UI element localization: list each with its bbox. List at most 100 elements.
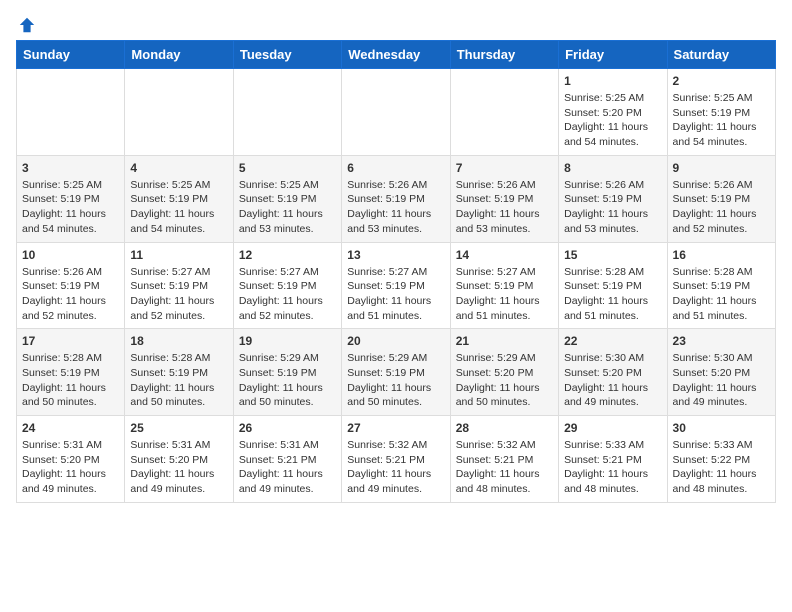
- day-info: Sunrise: 5:25 AMSunset: 5:19 PMDaylight:…: [673, 91, 770, 150]
- calendar-cell: 21Sunrise: 5:29 AMSunset: 5:20 PMDayligh…: [450, 329, 558, 416]
- calendar-cell: [17, 69, 125, 156]
- day-info: Sunrise: 5:27 AMSunset: 5:19 PMDaylight:…: [347, 265, 444, 324]
- calendar-cell: 24 Sunrise: 5:31 AMSunset: 5:20 PMDayligh…: [17, 416, 125, 503]
- calendar-cell: 16 Sunrise: 5:28 AMSunset: 5:19 PMDayligh…: [667, 242, 775, 329]
- day-number: 2: [673, 74, 770, 88]
- day-info: Sunrise: 5:26 AMSunset: 5:19 PMDaylight:…: [456, 178, 553, 237]
- calendar-cell: 1 Sunrise: 5:25 AMSunset: 5:20 PMDaylight…: [559, 69, 667, 156]
- day-info: Sunrise: 5:29 AMSunset: 5:20 PMDaylight:…: [456, 351, 553, 410]
- day-info: Sunrise: 5:28 AMSunset: 5:19 PMDaylight:…: [22, 351, 119, 410]
- day-info: Sunrise: 5:28 AMSunset: 5:19 PMDaylight:…: [673, 265, 770, 324]
- day-info: Sunrise: 5:31 AMSunset: 5:20 PMDaylight:…: [130, 438, 227, 497]
- weekday-header-saturday: Saturday: [667, 41, 775, 69]
- day-number: 17: [22, 334, 119, 348]
- day-info: Sunrise: 5:27 AMSunset: 5:19 PMDaylight:…: [239, 265, 336, 324]
- calendar-cell: 8Sunrise: 5:26 AMSunset: 5:19 PMDaylight…: [559, 155, 667, 242]
- day-number: 12: [239, 248, 336, 262]
- calendar-cell: 4 Sunrise: 5:25 AMSunset: 5:19 PMDaylight…: [125, 155, 233, 242]
- day-info: Sunrise: 5:29 AMSunset: 5:19 PMDaylight:…: [239, 351, 336, 410]
- day-info: Sunrise: 5:32 AMSunset: 5:21 PMDaylight:…: [347, 438, 444, 497]
- calendar-cell: 23Sunrise: 5:30 AMSunset: 5:20 PMDayligh…: [667, 329, 775, 416]
- calendar-week-2: 3 Sunrise: 5:25 AMSunset: 5:19 PMDaylight…: [17, 155, 776, 242]
- calendar-cell: 11 Sunrise: 5:27 AMSunset: 5:19 PMDayligh…: [125, 242, 233, 329]
- day-info: Sunrise: 5:25 AMSunset: 5:20 PMDaylight:…: [564, 91, 661, 150]
- calendar-cell: 19 Sunrise: 5:29 AMSunset: 5:19 PMDayligh…: [233, 329, 341, 416]
- day-number: 1: [564, 74, 661, 88]
- day-info: Sunrise: 5:32 AMSunset: 5:21 PMDaylight:…: [456, 438, 553, 497]
- day-info: Sunrise: 5:27 AMSunset: 5:19 PMDaylight:…: [456, 265, 553, 324]
- day-info: Sunrise: 5:26 AMSunset: 5:19 PMDaylight:…: [673, 178, 770, 237]
- day-number: 11: [130, 248, 227, 262]
- calendar-cell: 15 Sunrise: 5:28 AMSunset: 5:19 PMDayligh…: [559, 242, 667, 329]
- day-number: 20: [347, 334, 444, 348]
- day-number: 14: [456, 248, 553, 262]
- day-number: 10: [22, 248, 119, 262]
- day-info: Sunrise: 5:29 AMSunset: 5:19 PMDaylight:…: [347, 351, 444, 410]
- day-info: Sunrise: 5:33 AMSunset: 5:21 PMDaylight:…: [564, 438, 661, 497]
- calendar-cell: 30Sunrise: 5:33 AMSunset: 5:22 PMDayligh…: [667, 416, 775, 503]
- calendar-cell: 18 Sunrise: 5:28 AMSunset: 5:19 PMDayligh…: [125, 329, 233, 416]
- weekday-header-wednesday: Wednesday: [342, 41, 450, 69]
- day-number: 16: [673, 248, 770, 262]
- day-number: 25: [130, 421, 227, 435]
- day-number: 3: [22, 161, 119, 175]
- day-info: Sunrise: 5:28 AMSunset: 5:19 PMDaylight:…: [130, 351, 227, 410]
- day-number: 9: [673, 161, 770, 175]
- calendar-week-4: 17 Sunrise: 5:28 AMSunset: 5:19 PMDayligh…: [17, 329, 776, 416]
- day-info: Sunrise: 5:33 AMSunset: 5:22 PMDaylight:…: [673, 438, 770, 497]
- calendar-cell: 14 Sunrise: 5:27 AMSunset: 5:19 PMDayligh…: [450, 242, 558, 329]
- day-info: Sunrise: 5:25 AMSunset: 5:19 PMDaylight:…: [130, 178, 227, 237]
- day-number: 15: [564, 248, 661, 262]
- day-info: Sunrise: 5:25 AMSunset: 5:19 PMDaylight:…: [22, 178, 119, 237]
- day-number: 19: [239, 334, 336, 348]
- day-info: Sunrise: 5:27 AMSunset: 5:19 PMDaylight:…: [130, 265, 227, 324]
- day-number: 7: [456, 161, 553, 175]
- calendar-cell: 28 Sunrise: 5:32 AMSunset: 5:21 PMDayligh…: [450, 416, 558, 503]
- day-info: Sunrise: 5:26 AMSunset: 5:19 PMDaylight:…: [347, 178, 444, 237]
- calendar-cell: 22Sunrise: 5:30 AMSunset: 5:20 PMDayligh…: [559, 329, 667, 416]
- day-number: 4: [130, 161, 227, 175]
- day-number: 27: [347, 421, 444, 435]
- calendar-cell: 6 Sunrise: 5:26 AMSunset: 5:19 PMDaylight…: [342, 155, 450, 242]
- calendar-week-3: 10 Sunrise: 5:26 AMSunset: 5:19 PMDayligh…: [17, 242, 776, 329]
- day-number: 8: [564, 161, 661, 175]
- day-number: 22: [564, 334, 661, 348]
- day-number: 6: [347, 161, 444, 175]
- calendar-cell: 26 Sunrise: 5:31 AMSunset: 5:21 PMDayligh…: [233, 416, 341, 503]
- day-info: Sunrise: 5:26 AMSunset: 5:19 PMDaylight:…: [22, 265, 119, 324]
- weekday-header-thursday: Thursday: [450, 41, 558, 69]
- calendar-cell: [342, 69, 450, 156]
- day-number: 18: [130, 334, 227, 348]
- day-info: Sunrise: 5:31 AMSunset: 5:21 PMDaylight:…: [239, 438, 336, 497]
- calendar-cell: 17 Sunrise: 5:28 AMSunset: 5:19 PMDayligh…: [17, 329, 125, 416]
- day-number: 13: [347, 248, 444, 262]
- day-number: 5: [239, 161, 336, 175]
- day-number: 28: [456, 421, 553, 435]
- calendar-header-row: SundayMondayTuesdayWednesdayThursdayFrid…: [17, 41, 776, 69]
- day-info: Sunrise: 5:31 AMSunset: 5:20 PMDaylight:…: [22, 438, 119, 497]
- calendar-cell: [233, 69, 341, 156]
- calendar-table: SundayMondayTuesdayWednesdayThursdayFrid…: [16, 40, 776, 503]
- calendar-cell: 9 Sunrise: 5:26 AMSunset: 5:19 PMDaylight…: [667, 155, 775, 242]
- calendar-cell: 29Sunrise: 5:33 AMSunset: 5:21 PMDayligh…: [559, 416, 667, 503]
- calendar-cell: 10 Sunrise: 5:26 AMSunset: 5:19 PMDayligh…: [17, 242, 125, 329]
- page-header: [16, 16, 776, 30]
- calendar-cell: 20 Sunrise: 5:29 AMSunset: 5:19 PMDayligh…: [342, 329, 450, 416]
- calendar-week-5: 24 Sunrise: 5:31 AMSunset: 5:20 PMDayligh…: [17, 416, 776, 503]
- day-number: 24: [22, 421, 119, 435]
- calendar-cell: 12 Sunrise: 5:27 AMSunset: 5:19 PMDayligh…: [233, 242, 341, 329]
- calendar-cell: [450, 69, 558, 156]
- weekday-header-monday: Monday: [125, 41, 233, 69]
- logo: [16, 16, 36, 30]
- calendar-cell: 13 Sunrise: 5:27 AMSunset: 5:19 PMDayligh…: [342, 242, 450, 329]
- weekday-header-sunday: Sunday: [17, 41, 125, 69]
- day-info: Sunrise: 5:28 AMSunset: 5:19 PMDaylight:…: [564, 265, 661, 324]
- calendar-cell: 7 Sunrise: 5:26 AMSunset: 5:19 PMDaylight…: [450, 155, 558, 242]
- day-number: 26: [239, 421, 336, 435]
- calendar-cell: 2 Sunrise: 5:25 AMSunset: 5:19 PMDaylight…: [667, 69, 775, 156]
- day-number: 23: [673, 334, 770, 348]
- day-info: Sunrise: 5:25 AMSunset: 5:19 PMDaylight:…: [239, 178, 336, 237]
- calendar-cell: 5 Sunrise: 5:25 AMSunset: 5:19 PMDaylight…: [233, 155, 341, 242]
- weekday-header-friday: Friday: [559, 41, 667, 69]
- calendar-cell: 25 Sunrise: 5:31 AMSunset: 5:20 PMDayligh…: [125, 416, 233, 503]
